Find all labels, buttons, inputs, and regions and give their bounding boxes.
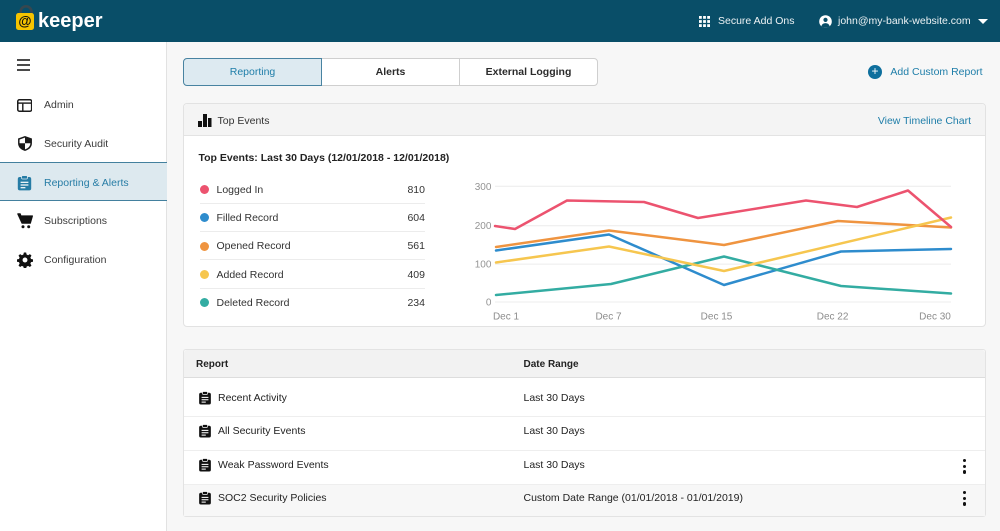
svg-text:Dec 15: Dec 15 <box>701 312 733 323</box>
svg-text:Dec 30: Dec 30 <box>919 312 951 323</box>
svg-text:Dec 22: Dec 22 <box>817 312 849 323</box>
svg-text:100: 100 <box>475 260 492 271</box>
svg-text:Dec 1: Dec 1 <box>493 312 520 323</box>
svg-text:0: 0 <box>486 298 492 309</box>
svg-text:@: @ <box>18 14 31 29</box>
svg-text:300: 300 <box>475 182 492 193</box>
svg-text:200: 200 <box>475 221 492 232</box>
svg-text:Dec 7: Dec 7 <box>595 312 622 323</box>
